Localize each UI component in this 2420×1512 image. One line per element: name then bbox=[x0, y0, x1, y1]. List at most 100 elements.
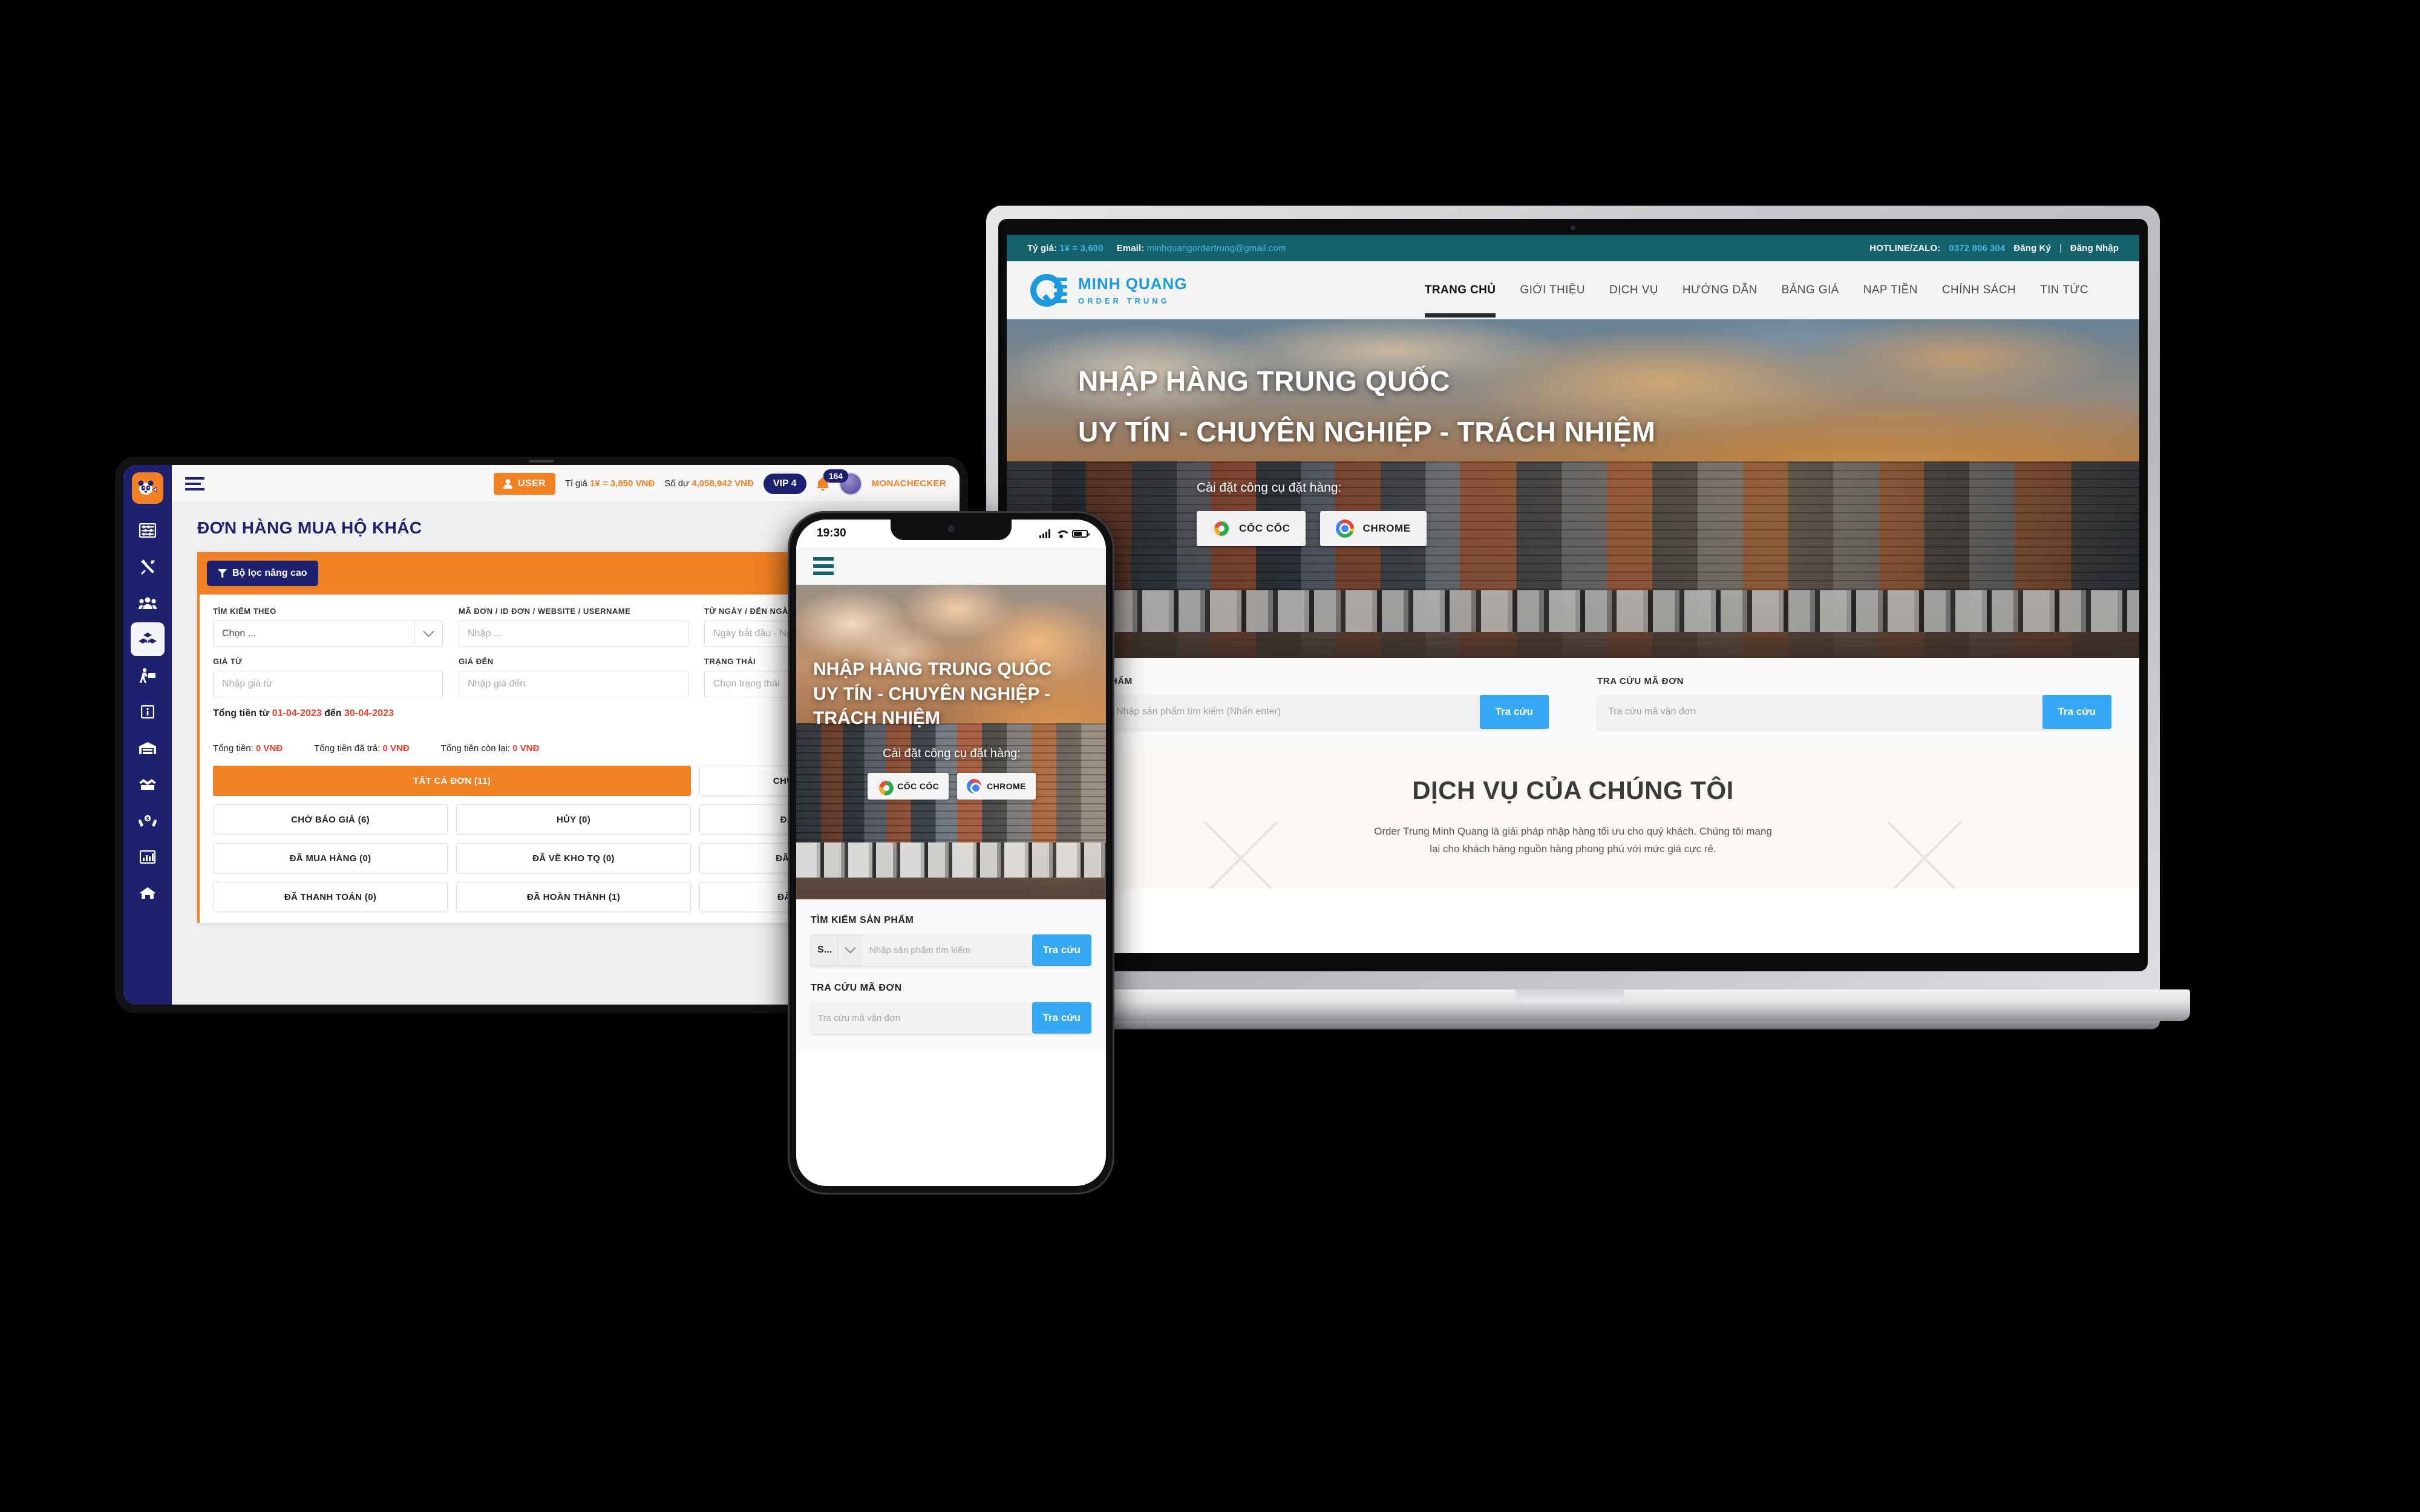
admin-rate-label: Tỉ giá bbox=[565, 478, 587, 489]
status-tab-da-thanh-toan[interactable]: ĐÃ THANH TOÁN (0) bbox=[213, 882, 448, 912]
nav-item-trang-chu[interactable]: TRANG CHỦ bbox=[1424, 279, 1496, 318]
product-search-input[interactable]: Nhập sản phẩm tìm kiếm (Nhấn enter) bbox=[1105, 695, 1480, 729]
remaining-amount-label: Tổng tiền còn lại: bbox=[440, 743, 510, 754]
phone-screen: 19:30 NHẬP HÀNG TRUNG QUỐC UY TÍN - CHUY… bbox=[796, 520, 1106, 1186]
phone-body: 19:30 NHẬP HÀNG TRUNG QUỐC UY TÍN - CHUY… bbox=[788, 511, 1114, 1194]
login-link[interactable]: Đăng Nhập bbox=[2070, 243, 2119, 253]
panda-logo-icon bbox=[138, 480, 157, 495]
hotline-label: HOTLINE/ZALO: bbox=[1869, 243, 1941, 253]
nav-item-chinh-sach[interactable]: CHÍNH SÁCH bbox=[1942, 279, 2016, 302]
field-price-to-label: GIÁ ĐẾN bbox=[459, 657, 494, 666]
admin-topbar: USER Tỉ giá 1¥ = 3,850 VNĐ Số dư 4,058,9… bbox=[172, 465, 960, 503]
sidebar-item-users[interactable] bbox=[131, 586, 165, 620]
status-time: 19:30 bbox=[817, 527, 846, 539]
sidebar-item-boxes[interactable] bbox=[131, 622, 165, 656]
paid-amount: Tổng tiền đã trả: 0 VNĐ bbox=[314, 743, 410, 754]
phone-hero-buttons: CỐC CỐC CHROME bbox=[813, 772, 1090, 800]
hotline-value[interactable]: 0372 806 304 bbox=[1949, 243, 2005, 253]
admin-sidebar: $ bbox=[123, 465, 172, 1005]
user-icon bbox=[503, 478, 512, 489]
status-tab-huy[interactable]: HỦY (0) bbox=[456, 804, 691, 835]
phone-product-search-input[interactable]: Nhập sản phẩm tìm kiếm bbox=[862, 934, 1032, 966]
order-lookup-button[interactable]: Tra cứu bbox=[2042, 695, 2111, 729]
order-lookup-input[interactable]: Tra cứu mã vận đơn bbox=[1597, 695, 2042, 729]
status-tab-da-hoan-thanh[interactable]: ĐÃ HOÀN THÀNH (1) bbox=[456, 882, 691, 912]
vip-badge[interactable]: VIP 4 bbox=[763, 473, 806, 494]
remaining-amount: Tổng tiền còn lại: 0 VNĐ bbox=[441, 743, 540, 754]
abacus-icon bbox=[139, 523, 156, 538]
totals-range-prefix: Tổng tiền từ bbox=[213, 708, 270, 719]
info-icon bbox=[141, 705, 154, 719]
status-tab-da-mua-hang[interactable]: ĐÃ MUA HÀNG (0) bbox=[213, 843, 448, 873]
hands-money-icon: $ bbox=[139, 815, 157, 827]
admin-balance-label: Số dư bbox=[664, 478, 690, 489]
laptop-camera-icon bbox=[1570, 225, 1576, 230]
sidebar-item-warehouse[interactable] bbox=[131, 731, 165, 765]
coccoc-icon bbox=[1212, 519, 1231, 538]
status-tab-all[interactable]: TẤT CẢ ĐƠN (11) bbox=[213, 766, 691, 796]
order-lookup-label: TRA CỨU MÃ ĐƠN bbox=[1597, 676, 1684, 686]
nav-item-gioi-thieu[interactable]: GIỚI THIỆU bbox=[1520, 279, 1585, 302]
chrome-install-button[interactable]: CHROME bbox=[1320, 510, 1427, 546]
phone-coccoc-install-button[interactable]: CỐC CỐC bbox=[868, 772, 949, 800]
sidebar-toggle-icon[interactable] bbox=[185, 477, 204, 490]
sidebar-item-hands-money[interactable]: $ bbox=[131, 804, 165, 838]
phone-hero-subtitle: Cài đặt công cụ đặt hàng: bbox=[883, 746, 1021, 760]
product-search-button[interactable]: Tra cứu bbox=[1479, 695, 1549, 729]
site-logo[interactable]: MINH QUANG ORDER TRUNG bbox=[1027, 272, 1187, 309]
field-search-by: TÌM KIẾM THEO Chọn ... bbox=[213, 607, 443, 647]
filter-icon bbox=[218, 569, 227, 578]
totals-range-from: 01-04-2023 bbox=[272, 708, 322, 719]
sidebar-item-home[interactable] bbox=[131, 876, 165, 910]
sidebar-item-open-box[interactable] bbox=[131, 767, 165, 801]
phone-chrome-label: CHROME bbox=[987, 781, 1026, 791]
nav-item-bang-gia[interactable]: BẢNG GIÁ bbox=[1782, 279, 1839, 302]
total-amount-value: 0 VNĐ bbox=[255, 743, 283, 754]
email-group: Email: minhquangordertrung@gmail.com bbox=[1117, 243, 1286, 253]
coccoc-install-button[interactable]: CỐC CỐC bbox=[1197, 510, 1306, 546]
status-tab-da-ve-kho-tq[interactable]: ĐÃ VỀ KHO TQ (0) bbox=[456, 843, 691, 873]
hero-title-line1: NHẬP HÀNG TRUNG QUỐC bbox=[1078, 365, 1450, 397]
bar-chart-icon bbox=[140, 850, 155, 864]
phone-order-lookup-input[interactable]: Tra cứu mã vận đơn bbox=[811, 1002, 1032, 1034]
sidebar-item-bar-chart[interactable] bbox=[131, 840, 165, 874]
coccoc-label: CỐC CỐC bbox=[1239, 522, 1290, 534]
field-order-code: MÃ ĐƠN / ID ĐƠN / WEBSITE / USERNAME Nhậ… bbox=[459, 607, 688, 647]
hero-content: NHẬP HÀNG TRUNG QUỐC UY TÍN - CHUYÊN NGH… bbox=[1007, 319, 2139, 658]
sidebar-item-abacus[interactable] bbox=[131, 513, 165, 547]
search-by-select[interactable]: Chọn ... bbox=[213, 621, 443, 647]
advanced-filter-button[interactable]: Bộ lọc nâng cao bbox=[207, 561, 318, 586]
register-link[interactable]: Đăng Ký bbox=[2013, 243, 2051, 253]
phone-navbar bbox=[796, 547, 1106, 585]
search-strip: TÌM KIẾM SẢN PHẨM Shop Nhập sản phẩm tìm… bbox=[1007, 658, 2139, 749]
hero-banner: NHẬP HÀNG TRUNG QUỐC UY TÍN - CHUYÊN NGH… bbox=[1007, 319, 2139, 658]
notification-bell-icon[interactable]: 164 bbox=[816, 469, 849, 491]
user-role-badge[interactable]: USER bbox=[493, 472, 556, 495]
nav-item-dich-vu[interactable]: DỊCH VỤ bbox=[1609, 279, 1658, 302]
price-from-input[interactable]: Nhập giá từ bbox=[213, 671, 443, 697]
status-indicators bbox=[1039, 529, 1090, 538]
sidebar-item-info[interactable] bbox=[131, 695, 165, 729]
nav-item-huong-dan[interactable]: HƯỚNG DẪN bbox=[1683, 279, 1758, 302]
laptop-device: Tỷ giá: 1¥ = 3,600 Email: minhquangorder… bbox=[950, 206, 2190, 1052]
nav-item-tin-tuc[interactable]: TIN TỨC bbox=[2040, 279, 2088, 302]
hamburger-menu-icon[interactable] bbox=[813, 556, 834, 575]
phone-chrome-install-button[interactable]: CHROME bbox=[957, 772, 1036, 800]
price-to-input[interactable]: Nhập giá đến bbox=[459, 671, 688, 697]
phone-product-search-button[interactable]: Tra cứu bbox=[1032, 934, 1091, 966]
boxes-icon bbox=[139, 633, 157, 644]
phone-order-lookup-button[interactable]: Tra cứu bbox=[1032, 1002, 1091, 1034]
sidebar-item-panda-logo[interactable] bbox=[132, 472, 163, 504]
phone-shop-select[interactable]: S... bbox=[811, 934, 863, 966]
email-value[interactable]: minhquangordertrung@gmail.com bbox=[1147, 243, 1286, 253]
nav-item-nap-tien[interactable]: NẠP TIỀN bbox=[1863, 279, 1918, 302]
order-code-input[interactable]: Nhập ... bbox=[459, 621, 688, 647]
laptop-screen: Tỷ giá: 1¥ = 3,600 Email: minhquangorder… bbox=[1007, 235, 2139, 953]
sidebar-item-tools[interactable] bbox=[131, 550, 165, 584]
notification-count-badge: 164 bbox=[823, 469, 849, 483]
status-tab-cho-bao-gia[interactable]: CHỜ BÁO GIÁ (6) bbox=[213, 804, 448, 835]
chevron-down-icon bbox=[414, 621, 442, 647]
wifi-icon bbox=[1056, 529, 1067, 538]
tablet-camera-icon bbox=[529, 460, 554, 463]
sidebar-item-worker-delivery[interactable] bbox=[131, 659, 165, 692]
